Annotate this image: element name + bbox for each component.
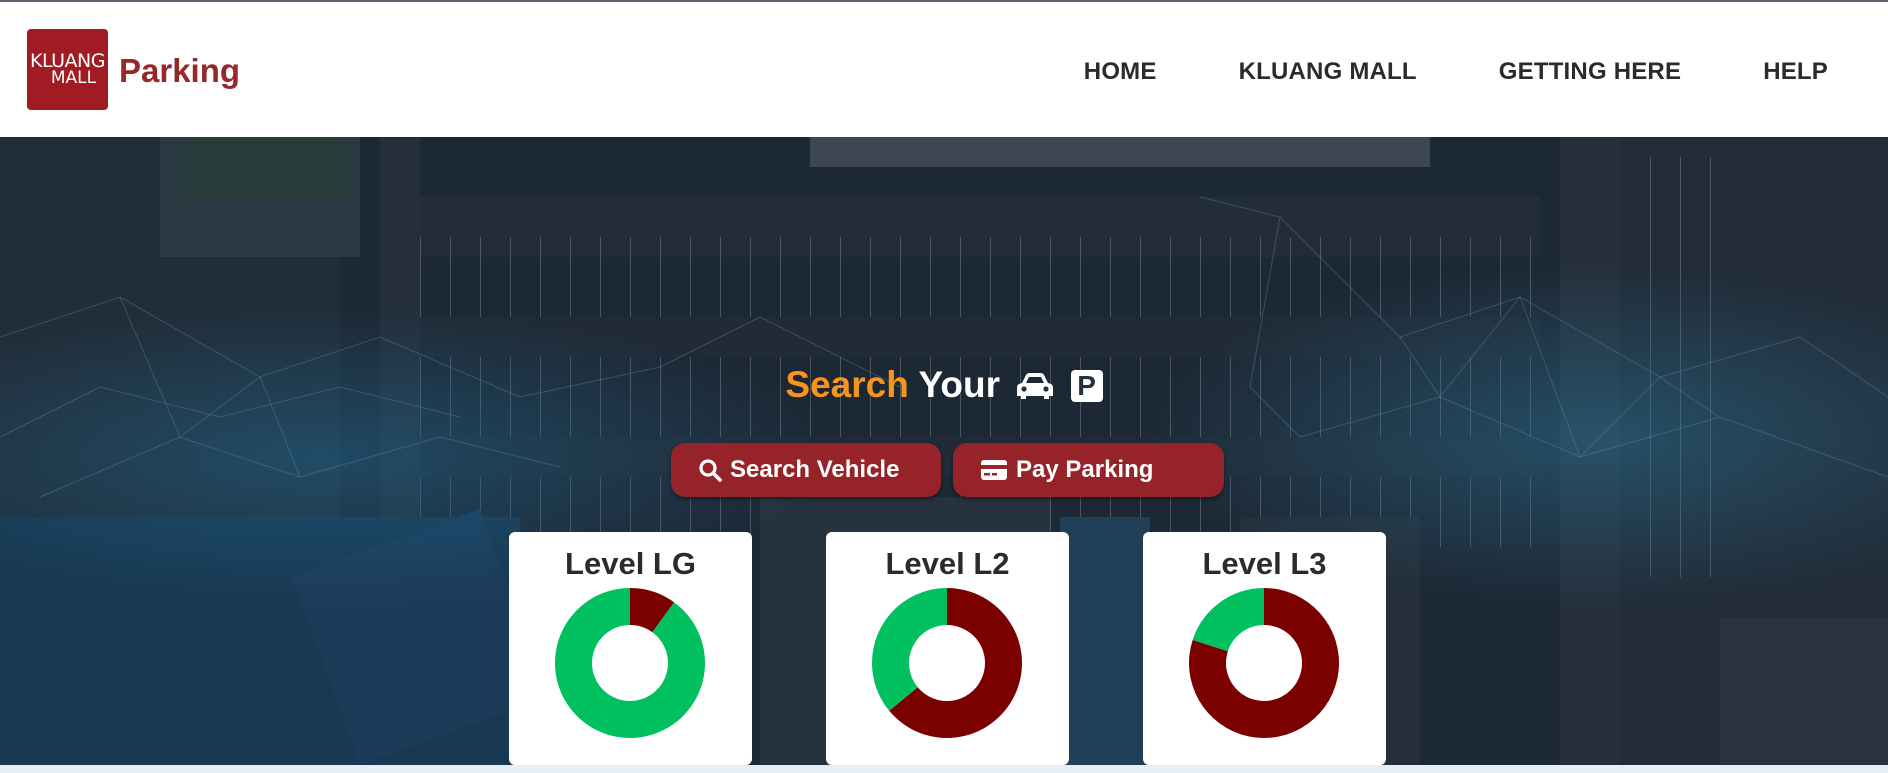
search-vehicle-label: Search Vehicle [730, 456, 900, 483]
bottom-strip [0, 765, 1888, 773]
parking-icon: P [1070, 370, 1103, 402]
occupancy-donut-chart [1189, 588, 1339, 738]
main-nav: HOME KLUANG MALL GETTING HERE HELP [1084, 58, 1828, 86]
logo-line-2: MALL [50, 68, 97, 88]
nav-help[interactable]: HELP [1763, 58, 1828, 86]
brand-name[interactable]: Parking [119, 52, 240, 90]
search-icon [698, 458, 722, 482]
nav-getting-here[interactable]: GETTING HERE [1499, 58, 1681, 86]
pay-parking-label: Pay Parking [1016, 456, 1154, 483]
level-card-l3[interactable]: Level L3 [1143, 532, 1386, 765]
hero-title-accent: Search [785, 364, 909, 405]
level-title: Level L3 [1202, 546, 1327, 581]
kluang-mall-logo[interactable]: KLUANG MALL [27, 29, 108, 110]
nav-kluang-mall[interactable]: KLUANG MALL [1239, 58, 1417, 86]
donut-slice-1 [555, 588, 705, 738]
nav-home[interactable]: HOME [1084, 58, 1157, 86]
hero-banner: Search Your P Search Vehicle Pay Parking… [0, 137, 1888, 765]
level-title: Level L2 [885, 546, 1010, 581]
pay-parking-button[interactable]: Pay Parking [953, 443, 1224, 497]
occupancy-donut-chart [872, 588, 1022, 738]
level-card-lg[interactable]: Level LG [509, 532, 752, 765]
car-icon [1016, 368, 1054, 410]
hero-title-rest: Your [918, 364, 1001, 405]
level-title: Level LG [565, 546, 696, 581]
donut-slice-1 [1192, 588, 1264, 652]
hero-title: Search Your P [0, 364, 1888, 410]
credit-card-icon [980, 459, 1008, 481]
search-vehicle-button[interactable]: Search Vehicle [671, 443, 941, 497]
site-header: KLUANG MALL Parking HOME KLUANG MALL GET… [0, 2, 1888, 137]
occupancy-donut-chart [555, 588, 705, 738]
level-card-l2[interactable]: Level L2 [826, 532, 1069, 765]
donut-slice-1 [872, 588, 947, 711]
